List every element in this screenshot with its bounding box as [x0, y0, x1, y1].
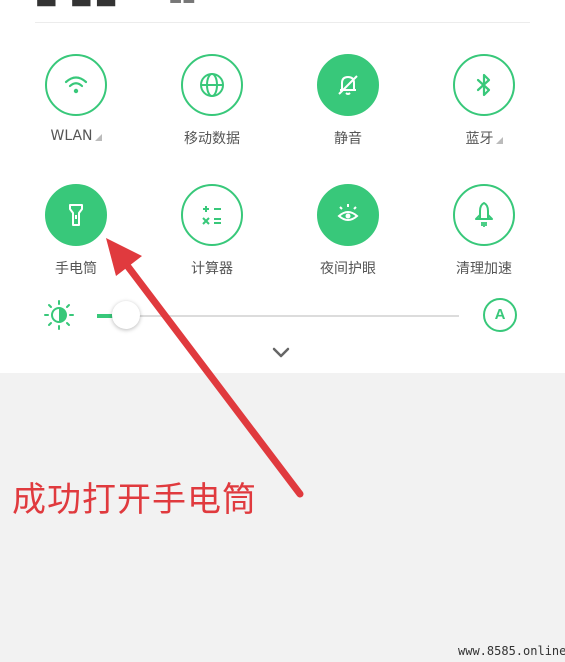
tile-silent[interactable]: 静音	[293, 54, 403, 164]
tile-label: 移动数据	[184, 131, 240, 147]
tile-wlan[interactable]: WLAN	[21, 54, 131, 164]
wifi-icon	[45, 54, 107, 116]
expand-indicator	[94, 134, 102, 141]
tile-calculator[interactable]: 计算器	[157, 184, 267, 294]
calculator-icon	[181, 184, 243, 246]
chevron-down-icon[interactable]	[270, 346, 292, 360]
tile-cleanup[interactable]: 清理加速	[429, 184, 539, 294]
tile-label: 手电筒	[55, 261, 97, 277]
tile-flashlight[interactable]: 手电筒	[21, 184, 131, 294]
tile-label: 清理加速	[456, 261, 512, 277]
tile-bluetooth[interactable]: 蓝牙	[429, 54, 539, 164]
tile-label: 计算器	[191, 261, 233, 277]
tile-label: 夜间护眼	[320, 261, 376, 277]
tile-label: 静音	[334, 131, 362, 147]
expand-indicator	[495, 137, 503, 144]
brightness-slider[interactable]	[97, 301, 459, 329]
quick-settings-panel: ▬ ▬▬ ▬▬ WLAN 移动数据 静音 蓝牙 手电筒 计算器 夜间护眼 清理加…	[0, 0, 565, 373]
watermark: www.8585.online	[458, 644, 565, 658]
rocket-icon	[453, 184, 515, 246]
eye-care-icon	[317, 184, 379, 246]
slider-thumb[interactable]	[112, 301, 140, 329]
bell-mute-icon	[317, 54, 379, 116]
annotation-caption: 成功打开手电筒	[12, 480, 257, 520]
globe-icon	[181, 54, 243, 116]
status-bar-partial: ▬ ▬▬ ▬▬	[35, 0, 530, 23]
tile-label: 蓝牙	[466, 128, 503, 148]
bluetooth-icon	[453, 54, 515, 116]
brightness-icon	[44, 300, 74, 330]
auto-brightness-button[interactable]: A	[483, 298, 517, 332]
flashlight-icon	[45, 184, 107, 246]
status-date-cropped: ▬▬	[169, 0, 196, 8]
tile-label: WLAN	[50, 128, 102, 144]
brightness-control: A	[0, 296, 565, 336]
tile-mobile-data[interactable]: 移动数据	[157, 54, 267, 164]
tile-night-mode[interactable]: 夜间护眼	[293, 184, 403, 294]
status-clock-cropped: ▬ ▬▬	[35, 0, 120, 14]
